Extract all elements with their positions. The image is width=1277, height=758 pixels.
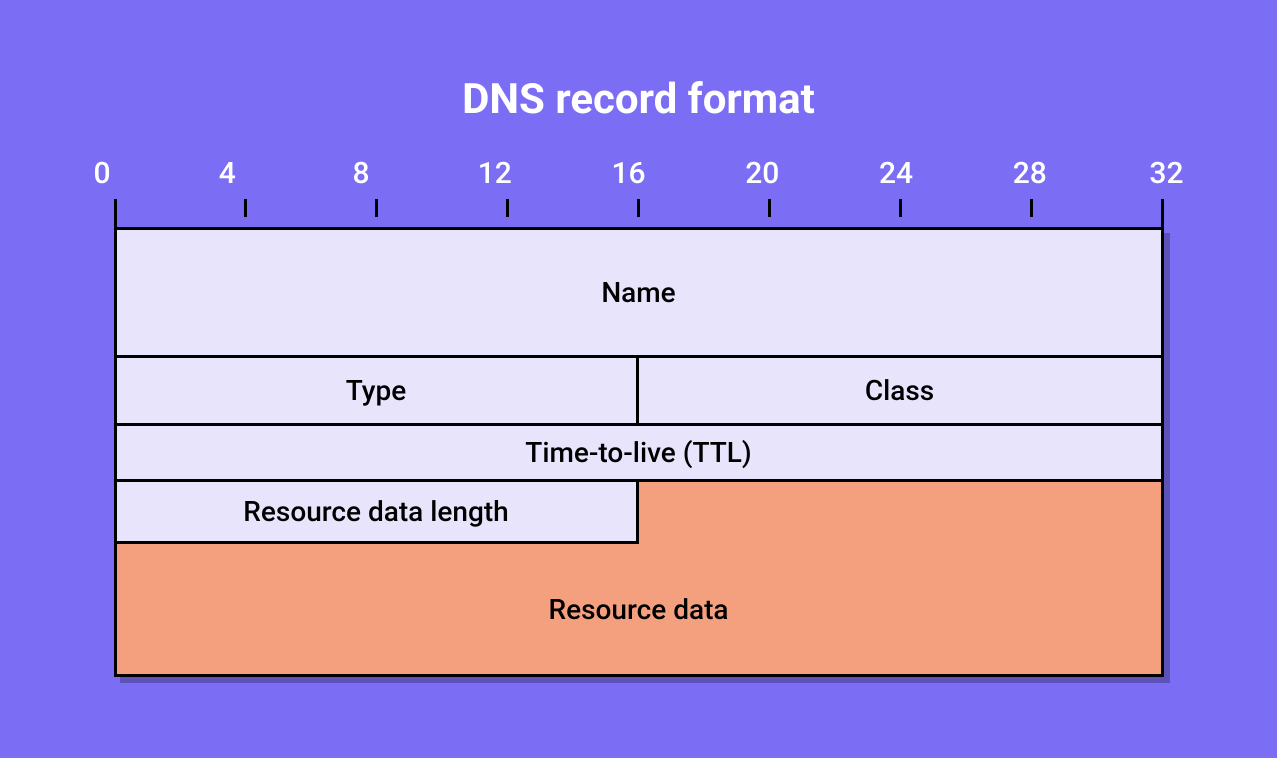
tick-mark	[1161, 199, 1164, 227]
diagram-title: DNS record format	[462, 75, 815, 124]
tick-mark	[244, 199, 247, 217]
tick-label: 32	[1144, 156, 1184, 191]
field-ttl: Time-to-live (TTL)	[117, 426, 1161, 479]
tick-mark	[637, 199, 640, 217]
tick-label: 12	[475, 156, 515, 191]
field-rdata-continuation	[639, 482, 1161, 544]
field-rdata: Resource data	[117, 544, 1161, 674]
bit-scale-ticks	[114, 199, 1164, 227]
row-name: Name	[117, 230, 1161, 358]
field-rdlength: Resource data length	[117, 482, 639, 544]
tick-label: 0	[94, 156, 114, 191]
tick-label: 28	[1010, 156, 1050, 191]
row-rdata: Resource data	[117, 544, 1161, 674]
field-type: Type	[117, 358, 639, 423]
tick-mark	[768, 199, 771, 217]
tick-mark	[1030, 199, 1033, 217]
tick-label: 8	[341, 156, 381, 191]
row-ttl: Time-to-live (TTL)	[117, 426, 1161, 482]
tick-label: 4	[207, 156, 247, 191]
tick-label: 20	[742, 156, 782, 191]
tick-mark	[899, 199, 902, 217]
tick-mark	[506, 199, 509, 217]
diagram-container: 0 4 8 12 16 20 24 28 32 Name Type Class …	[94, 156, 1184, 677]
field-name: Name	[117, 230, 1161, 355]
tick-label: 24	[876, 156, 916, 191]
field-class: Class	[639, 358, 1161, 423]
tick-mark	[375, 199, 378, 217]
bit-scale-labels: 0 4 8 12 16 20 24 28 32	[94, 156, 1184, 191]
tick-label: 16	[609, 156, 649, 191]
row-rdlength: Resource data length	[117, 482, 1161, 544]
tick-mark	[114, 199, 117, 227]
row-type-class: Type Class	[117, 358, 1161, 426]
record-layout-table: Name Type Class Time-to-live (TTL) Resou…	[114, 227, 1164, 677]
